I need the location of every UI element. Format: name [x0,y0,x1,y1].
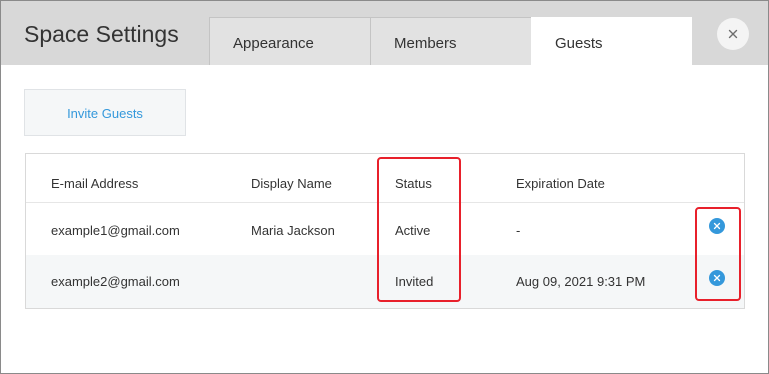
guest-display-name: Maria Jackson [251,223,335,238]
dialog-header: Space Settings Appearance Members Guests [1,1,768,65]
column-header-expiration-date: Expiration Date [516,176,605,191]
guest-email: example2@gmail.com [51,274,180,289]
space-settings-dialog: Space Settings Appearance Members Guests… [0,0,769,374]
dialog-title: Space Settings [24,21,179,47]
tab-members[interactable]: Members [370,17,532,65]
guest-expiration: Aug 09, 2021 9:31 PM [516,274,646,289]
close-icon [728,29,738,39]
status-column-highlight [377,157,461,302]
close-button[interactable] [717,18,749,50]
guest-expiration: - [516,223,521,238]
remove-buttons-highlight [695,207,741,301]
tab-guests[interactable]: Guests [531,17,692,65]
tab-appearance[interactable]: Appearance [209,17,371,65]
column-header-email: E-mail Address [51,176,139,191]
column-header-display-name: Display Name [251,176,332,191]
invite-guests-button[interactable]: Invite Guests [24,89,186,136]
guest-email: example1@gmail.com [51,223,180,238]
